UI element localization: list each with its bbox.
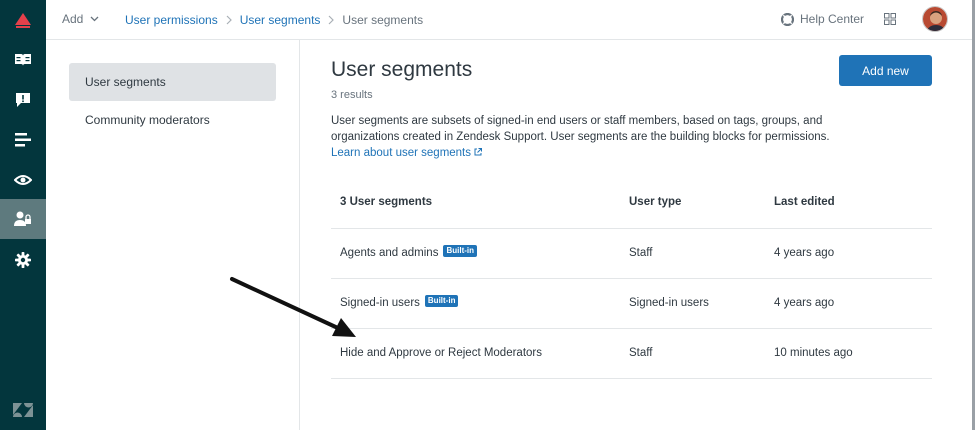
settings-icon[interactable] bbox=[0, 240, 46, 280]
table-row[interactable]: Signed-in users Built-in Signed-in users … bbox=[331, 279, 932, 329]
breadcrumb: User permissions User segments User segm… bbox=[125, 13, 423, 27]
feedback-icon[interactable] bbox=[0, 80, 46, 120]
learn-more-link[interactable]: Learn about user segments bbox=[331, 147, 483, 159]
top-bar: Add User permissions User segments User … bbox=[46, 0, 975, 40]
subnav-item-label: User segments bbox=[85, 75, 166, 89]
help-center-link[interactable]: Help Center bbox=[781, 12, 864, 26]
user-type-cell: Staff bbox=[629, 247, 653, 259]
arrange-icon[interactable] bbox=[0, 120, 46, 160]
segment-name-cell: Agents and admins Built-in bbox=[340, 245, 477, 259]
column-header-user-type[interactable]: User type bbox=[629, 196, 681, 208]
last-edited-cell: 10 minutes ago bbox=[774, 347, 853, 359]
help-center-label: Help Center bbox=[800, 12, 865, 26]
product-rail bbox=[0, 0, 46, 430]
product-tray-icon[interactable] bbox=[884, 13, 896, 28]
segment-name-cell: Signed-in users Built-in bbox=[340, 295, 459, 309]
table-row[interactable]: Hide and Approve or Reject Moderators St… bbox=[331, 329, 932, 379]
description-text: User segments are subsets of signed-in e… bbox=[331, 115, 830, 143]
guide-icon[interactable] bbox=[0, 40, 46, 80]
breadcrumb-user-permissions[interactable]: User permissions bbox=[125, 13, 218, 27]
segment-name[interactable]: Signed-in users bbox=[340, 297, 420, 309]
user-type-cell: Signed-in users bbox=[629, 297, 709, 309]
avatar[interactable] bbox=[922, 6, 948, 32]
breadcrumb-current: User segments bbox=[342, 13, 424, 27]
last-edited-cell: 4 years ago bbox=[774, 247, 835, 259]
chevron-right-icon bbox=[328, 15, 335, 25]
column-header-segments[interactable]: 3 User segments bbox=[340, 196, 432, 208]
chevron-right-icon bbox=[226, 15, 232, 25]
table-row[interactable]: Agents and admins Built-in Staff 4 years … bbox=[331, 229, 932, 279]
subnav-item-community-moderators[interactable]: Community moderators bbox=[69, 101, 276, 139]
results-count: 3 results bbox=[331, 89, 373, 101]
logo-icon[interactable] bbox=[0, 0, 46, 40]
breadcrumb-user-segments[interactable]: User segments bbox=[240, 13, 321, 27]
user-type-cell: Staff bbox=[629, 347, 653, 359]
table-header: 3 User segments User type Last edited bbox=[331, 177, 932, 229]
add-menu[interactable]: Add bbox=[62, 12, 99, 26]
page-description: User segments are subsets of signed-in e… bbox=[331, 113, 831, 161]
learn-more-label: Learn about user segments bbox=[331, 147, 472, 159]
built-in-badge: Built-in bbox=[443, 245, 477, 257]
segment-name[interactable]: Hide and Approve or Reject Moderators bbox=[340, 347, 542, 359]
built-in-badge: Built-in bbox=[424, 295, 459, 307]
preview-icon[interactable] bbox=[0, 160, 46, 200]
column-header-last-edited[interactable]: Last edited bbox=[774, 196, 835, 208]
last-edited-cell: 4 years ago bbox=[774, 297, 835, 309]
add-new-button[interactable]: Add new bbox=[839, 55, 932, 86]
chevron-down-icon bbox=[90, 16, 99, 22]
segments-table: 3 User segments User type Last edited Ag… bbox=[331, 177, 932, 379]
page-title: User segments bbox=[331, 58, 473, 81]
user-permissions-icon[interactable] bbox=[0, 199, 46, 239]
external-link-icon bbox=[474, 148, 483, 156]
secondary-nav: User segments Community moderators bbox=[46, 40, 300, 430]
add-menu-label: Add bbox=[62, 12, 84, 26]
subnav-item-label: Community moderators bbox=[85, 113, 210, 127]
lifebuoy-icon bbox=[781, 12, 794, 26]
zendesk-icon[interactable] bbox=[0, 390, 46, 430]
segment-name-cell: Hide and Approve or Reject Moderators bbox=[340, 347, 542, 359]
subnav-item-user-segments[interactable]: User segments bbox=[69, 63, 276, 101]
segment-name[interactable]: Agents and admins bbox=[340, 247, 438, 259]
